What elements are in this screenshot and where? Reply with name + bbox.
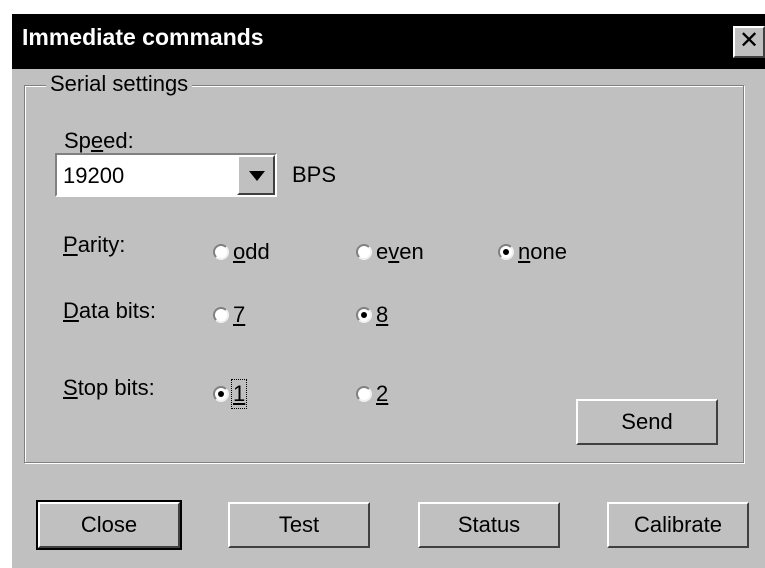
window-title: Immediate commands bbox=[22, 24, 264, 50]
speed-label-mnemonic: e bbox=[90, 128, 104, 153]
speed-value: 19200 bbox=[63, 163, 125, 188]
test-button[interactable]: Test bbox=[228, 502, 370, 548]
radio-off-icon bbox=[356, 386, 372, 402]
radio-off-icon bbox=[213, 307, 229, 323]
parity-label-mnemonic: P bbox=[63, 232, 78, 257]
title-bar[interactable]: Immediate commands ✕ bbox=[12, 14, 765, 69]
parity-label-post: arity: bbox=[77, 232, 126, 257]
parity-label: Parity: bbox=[63, 232, 125, 258]
stop-bits-label-mnemonic: S bbox=[63, 375, 78, 400]
parity-even-label: even bbox=[376, 239, 424, 264]
close-glyph: ✕ bbox=[738, 27, 760, 54]
speed-label-pre: Sp bbox=[64, 128, 91, 153]
parity-none-radio[interactable]: none bbox=[498, 239, 567, 265]
radio-off-icon bbox=[356, 244, 372, 260]
speed-label-post: ed: bbox=[103, 128, 134, 153]
stop-bits-2-radio[interactable]: 2 bbox=[356, 381, 388, 407]
radio-off-icon bbox=[213, 244, 229, 260]
stop-bits-label-post: top bits: bbox=[77, 375, 155, 400]
stop-bits-1-radio[interactable]: 1 bbox=[213, 379, 248, 409]
radio-on-icon bbox=[356, 307, 372, 323]
calibrate-button[interactable]: Calibrate bbox=[607, 502, 749, 548]
send-button[interactable]: Send bbox=[576, 399, 718, 445]
close-button[interactable]: Close bbox=[36, 500, 182, 550]
serial-settings-label: Serial settings bbox=[46, 70, 193, 98]
close-icon[interactable]: ✕ bbox=[733, 26, 765, 58]
stop-bits-1-label: 1 bbox=[230, 379, 248, 409]
status-button[interactable]: Status bbox=[418, 502, 560, 548]
stop-bits-label: Stop bits: bbox=[63, 375, 155, 401]
speed-label: Speed: bbox=[64, 128, 134, 154]
parity-odd-label: odd bbox=[233, 239, 270, 264]
data-bits-8-radio[interactable]: 8 bbox=[356, 302, 388, 328]
data-bits-7-radio[interactable]: 7 bbox=[213, 302, 245, 328]
stop-bits-2-label: 2 bbox=[376, 381, 389, 406]
radio-on-icon bbox=[213, 386, 229, 402]
dropdown-arrow-icon[interactable] bbox=[237, 155, 275, 195]
data-bits-label-mnemonic: D bbox=[63, 298, 79, 323]
radio-on-icon bbox=[498, 244, 514, 260]
parity-even-radio[interactable]: even bbox=[356, 239, 424, 265]
speed-unit-label: BPS bbox=[292, 162, 337, 187]
data-bits-label: Data bits: bbox=[63, 298, 156, 324]
data-bits-label-post: ata bits: bbox=[78, 298, 156, 323]
data-bits-8-label: 8 bbox=[376, 302, 389, 327]
data-bits-7-label: 7 bbox=[233, 302, 246, 327]
parity-none-label: none bbox=[518, 239, 567, 264]
speed-select[interactable]: 19200 bbox=[55, 153, 277, 197]
parity-odd-radio[interactable]: odd bbox=[213, 239, 270, 265]
